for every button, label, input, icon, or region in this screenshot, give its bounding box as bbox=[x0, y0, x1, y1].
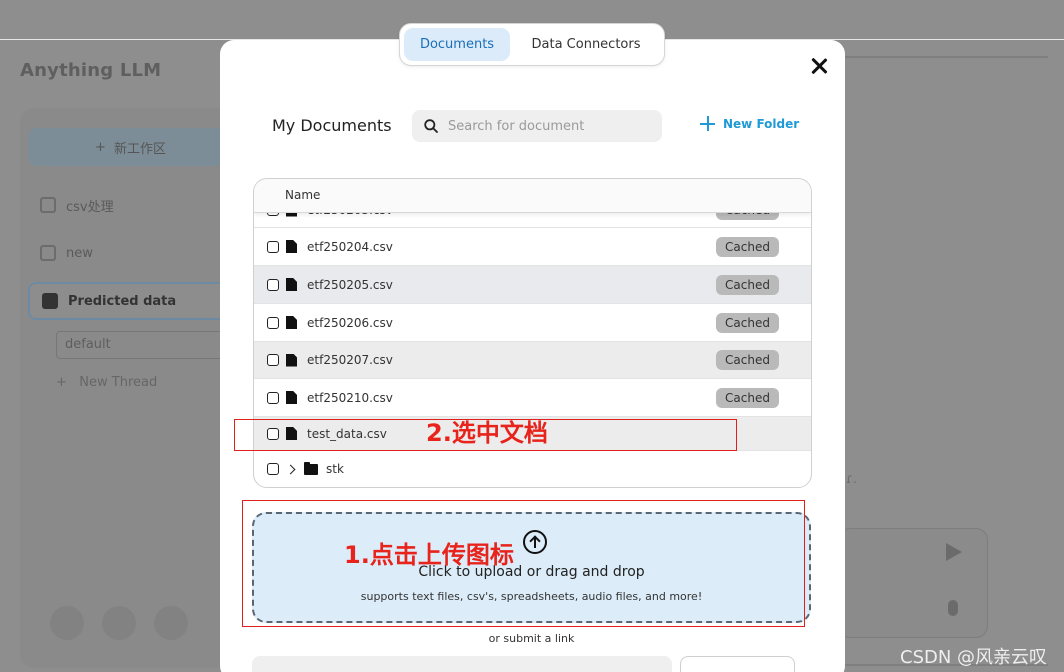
link-input[interactable] bbox=[252, 656, 672, 672]
file-name: etf250206.csv bbox=[307, 315, 393, 330]
search-bar bbox=[412, 110, 662, 142]
row-checkbox[interactable] bbox=[267, 354, 279, 366]
plus-icon: + bbox=[56, 375, 80, 390]
docs-icon[interactable] bbox=[102, 606, 136, 640]
workspace-item[interactable]: csv处理 bbox=[28, 186, 233, 224]
new-thread-label: New Thread bbox=[79, 375, 158, 390]
chat-input-box[interactable] bbox=[838, 528, 988, 638]
file-icon bbox=[286, 278, 297, 291]
file-name: etf250204.csv bbox=[307, 239, 393, 254]
chevron-right-icon[interactable] bbox=[285, 464, 296, 474]
folder-icon bbox=[304, 461, 318, 475]
row-checkbox[interactable] bbox=[267, 463, 279, 475]
new-workspace-button[interactable]: + 新工作区 bbox=[28, 128, 233, 166]
row-checkbox[interactable] bbox=[267, 240, 279, 253]
grid-icon bbox=[42, 293, 58, 309]
plus-icon bbox=[700, 116, 715, 131]
folder-row[interactable]: stk bbox=[254, 451, 811, 487]
sidebar-footer-icons bbox=[50, 606, 188, 640]
table-row[interactable]: etf250206.csv Cached bbox=[254, 304, 811, 342]
send-icon[interactable] bbox=[946, 543, 962, 561]
settings-icon[interactable] bbox=[50, 606, 84, 640]
file-name: etf250207.csv bbox=[307, 353, 393, 367]
tab-data-connectors[interactable]: Data Connectors bbox=[516, 28, 656, 61]
search-icon bbox=[424, 119, 438, 133]
tab-documents[interactable]: Documents bbox=[404, 28, 510, 61]
workspace-label: Predicted data bbox=[68, 293, 177, 309]
status-badge: Cached bbox=[716, 274, 779, 295]
search-input[interactable] bbox=[448, 118, 648, 134]
status-badge: Cached bbox=[716, 312, 779, 333]
workspace-item-active[interactable]: Predicted data bbox=[28, 282, 233, 320]
table-row[interactable]: etf250204.csv Cached bbox=[254, 228, 811, 266]
thread-default[interactable]: default bbox=[56, 331, 231, 359]
modal-tabs: Documents Data Connectors bbox=[399, 23, 665, 66]
microphone-icon[interactable] bbox=[948, 600, 958, 616]
folder-name: stk bbox=[326, 462, 344, 476]
file-icon bbox=[286, 391, 297, 404]
close-icon[interactable] bbox=[808, 55, 830, 77]
table-header: Name bbox=[254, 179, 811, 213]
workspace-label: csv处理 bbox=[66, 199, 114, 215]
chat-text-fragment: ɾ. bbox=[846, 472, 858, 487]
workspace-label: new bbox=[66, 245, 93, 261]
discord-icon[interactable] bbox=[154, 606, 188, 640]
new-folder-button[interactable]: New Folder bbox=[700, 116, 799, 131]
file-icon bbox=[286, 353, 297, 367]
app-logo: Anything LLM bbox=[20, 60, 162, 81]
status-badge: Cached bbox=[716, 236, 779, 257]
status-badge: Cached bbox=[716, 350, 779, 370]
fetch-link-button[interactable] bbox=[680, 656, 795, 672]
annotation-step2: 2.选中文档 bbox=[426, 419, 548, 447]
file-name: etf250205.csv bbox=[307, 277, 393, 292]
watermark: CSDN @风亲云叹 bbox=[900, 647, 1048, 668]
file-icon bbox=[286, 316, 297, 329]
grid-icon bbox=[40, 197, 56, 213]
annotation-step1: 1.点击上传图标 bbox=[344, 541, 514, 569]
new-workspace-label: 新工作区 bbox=[113, 141, 166, 157]
table-row[interactable]: etf250205.csv Cached bbox=[254, 266, 811, 304]
file-icon bbox=[286, 240, 297, 253]
grid-icon bbox=[40, 245, 56, 261]
workspace-item[interactable]: new bbox=[28, 234, 233, 272]
file-name: etf250210.csv bbox=[307, 390, 393, 405]
new-thread-button[interactable]: + New Thread bbox=[56, 375, 157, 390]
table-row[interactable]: etf250210.csv Cached bbox=[254, 379, 811, 417]
row-checkbox[interactable] bbox=[267, 316, 279, 329]
table-row[interactable]: etf250207.csv Cached bbox=[254, 342, 811, 379]
submit-link-label: or submit a link bbox=[488, 632, 575, 645]
row-checkbox[interactable] bbox=[267, 278, 279, 291]
annotation-box-step1 bbox=[242, 500, 805, 627]
new-folder-label: New Folder bbox=[723, 116, 800, 131]
row-checkbox[interactable] bbox=[267, 391, 279, 404]
page-title: My Documents bbox=[272, 116, 392, 135]
status-badge: Cached bbox=[716, 387, 779, 408]
